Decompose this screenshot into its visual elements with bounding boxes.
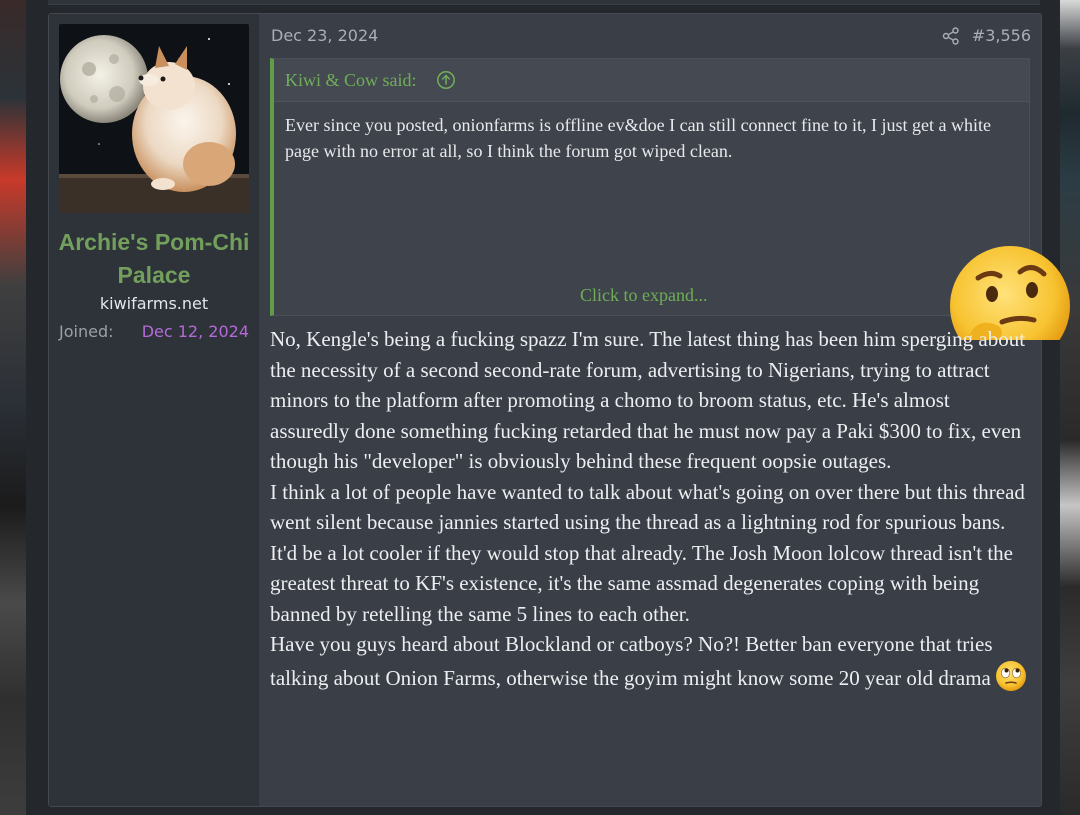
user-title: kiwifarms.net xyxy=(99,294,209,313)
joined-label: Joined: xyxy=(59,322,114,341)
post-message: No, Kengle's being a fucking spazz I'm s… xyxy=(270,324,1032,693)
message-paragraph-3-text: Have you guys heard about Blockland or c… xyxy=(270,632,993,690)
avatar[interactable] xyxy=(59,24,249,213)
background-left-strip xyxy=(0,0,26,815)
eye-roll-face-icon xyxy=(995,660,1027,692)
arrow-up-circle-icon[interactable] xyxy=(436,70,456,90)
post-number-link[interactable]: #3,556 xyxy=(972,26,1031,45)
message-paragraph-3: Have you guys heard about Blockland or c… xyxy=(270,629,1032,693)
user-info-panel: Archie's Pom-Chi Palace kiwifarms.net Jo… xyxy=(49,14,259,806)
message-paragraph-1: No, Kengle's being a fucking spazz I'm s… xyxy=(270,327,1026,473)
click-to-expand-link[interactable]: Click to expand... xyxy=(580,285,707,306)
previous-post-edge xyxy=(48,0,1040,5)
avatar-image xyxy=(59,24,249,213)
post-date[interactable]: Dec 23, 2024 xyxy=(271,26,378,45)
message-paragraph-2: I think a lot of people have wanted to t… xyxy=(270,479,1025,626)
quote-author-link[interactable]: Kiwi & Cow said: xyxy=(285,70,417,91)
share-icon[interactable] xyxy=(942,27,960,45)
background-right-strip xyxy=(1060,0,1080,815)
quote-text: Ever since you posted, onionfarms is off… xyxy=(285,115,991,161)
quote-block: Kiwi & Cow said: Ever since you posted, … xyxy=(270,58,1070,366)
forum-post: Archie's Pom-Chi Palace kiwifarms.net Jo… xyxy=(48,13,1070,807)
quote-header: Kiwi & Cow said: xyxy=(274,59,1029,102)
joined-date: Dec 12, 2024 xyxy=(141,322,249,341)
username[interactable]: Archie's Pom-Chi Palace xyxy=(49,226,259,292)
